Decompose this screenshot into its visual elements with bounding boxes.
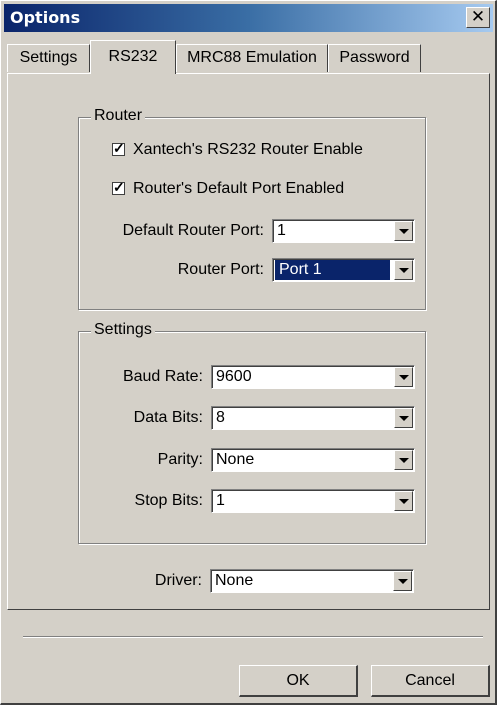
chevron-down-icon[interactable] xyxy=(394,450,413,470)
separator xyxy=(23,636,483,638)
settings-group-label: Settings xyxy=(91,321,155,339)
driver-label: Driver: xyxy=(154,572,202,589)
default-router-port-select[interactable]: 1 xyxy=(272,219,415,243)
router-port-label: Router Port: xyxy=(177,261,264,278)
router-port-select[interactable]: Port 1 xyxy=(272,258,415,282)
checkbox-box[interactable]: ✓ xyxy=(112,179,125,195)
close-icon: ✕ xyxy=(470,7,486,27)
chevron-down-icon[interactable] xyxy=(394,260,413,280)
cancel-button[interactable]: Cancel xyxy=(371,665,490,697)
chevron-down-icon[interactable] xyxy=(394,408,413,428)
chevron-down-icon[interactable] xyxy=(393,571,412,591)
options-dialog: Options ✕ Settings RS232 MRC88 Emulation… xyxy=(0,0,497,705)
parity-value: None xyxy=(216,451,255,468)
default-port-enabled-label: Router's Default Port Enabled xyxy=(133,180,345,197)
stop-bits-value: 1 xyxy=(216,492,225,509)
chevron-down-icon[interactable] xyxy=(394,367,413,387)
stop-bits-label: Stop Bits: xyxy=(134,492,203,509)
window-title: Options xyxy=(10,8,81,27)
default-port-enabled-checkbox[interactable]: ✓ Router's Default Port Enabled xyxy=(112,179,345,198)
checkbox-box[interactable]: ✓ xyxy=(112,140,125,156)
default-router-port-label: Default Router Port: xyxy=(122,222,264,239)
chevron-down-icon[interactable] xyxy=(394,221,413,241)
tab-rs232[interactable]: RS232 xyxy=(90,40,176,74)
tab-settings[interactable]: Settings xyxy=(7,44,90,72)
router-enable-checkbox[interactable]: ✓ Xantech's RS232 Router Enable xyxy=(112,140,363,159)
chevron-down-icon[interactable] xyxy=(394,491,413,511)
check-mark-icon: ✓ xyxy=(113,140,125,156)
baud-rate-value: 9600 xyxy=(216,368,252,385)
driver-value: None xyxy=(215,572,254,589)
close-button[interactable]: ✕ xyxy=(466,7,490,28)
baud-rate-label: Baud Rate: xyxy=(122,368,203,385)
parity-select[interactable]: None xyxy=(211,448,415,472)
data-bits-label: Data Bits: xyxy=(133,409,203,426)
tab-password[interactable]: Password xyxy=(328,44,421,72)
parity-label: Parity: xyxy=(157,451,203,468)
ok-button[interactable]: OK xyxy=(239,665,358,697)
router-enable-label: Xantech's RS232 Router Enable xyxy=(133,141,363,158)
rs232-panel: Router ✓ Xantech's RS232 Router Enable ✓ R… xyxy=(7,73,490,610)
data-bits-select[interactable]: 8 xyxy=(211,406,415,430)
tab-mrc88-emulation[interactable]: MRC88 Emulation xyxy=(176,44,328,72)
default-router-port-value: 1 xyxy=(277,222,286,239)
router-group-label: Router xyxy=(91,107,146,125)
data-bits-value: 8 xyxy=(216,409,225,426)
router-port-value: Port 1 xyxy=(275,260,390,280)
baud-rate-select[interactable]: 9600 xyxy=(211,365,415,389)
settings-group: Settings Baud Rate: 9600 Data Bits: 8 Pa… xyxy=(78,321,426,544)
router-group: Router ✓ Xantech's RS232 Router Enable ✓ R… xyxy=(78,107,426,310)
driver-select[interactable]: None xyxy=(210,569,414,593)
check-mark-icon: ✓ xyxy=(113,179,125,195)
title-bar[interactable]: Options ✕ xyxy=(4,4,493,32)
stop-bits-select[interactable]: 1 xyxy=(211,489,415,513)
